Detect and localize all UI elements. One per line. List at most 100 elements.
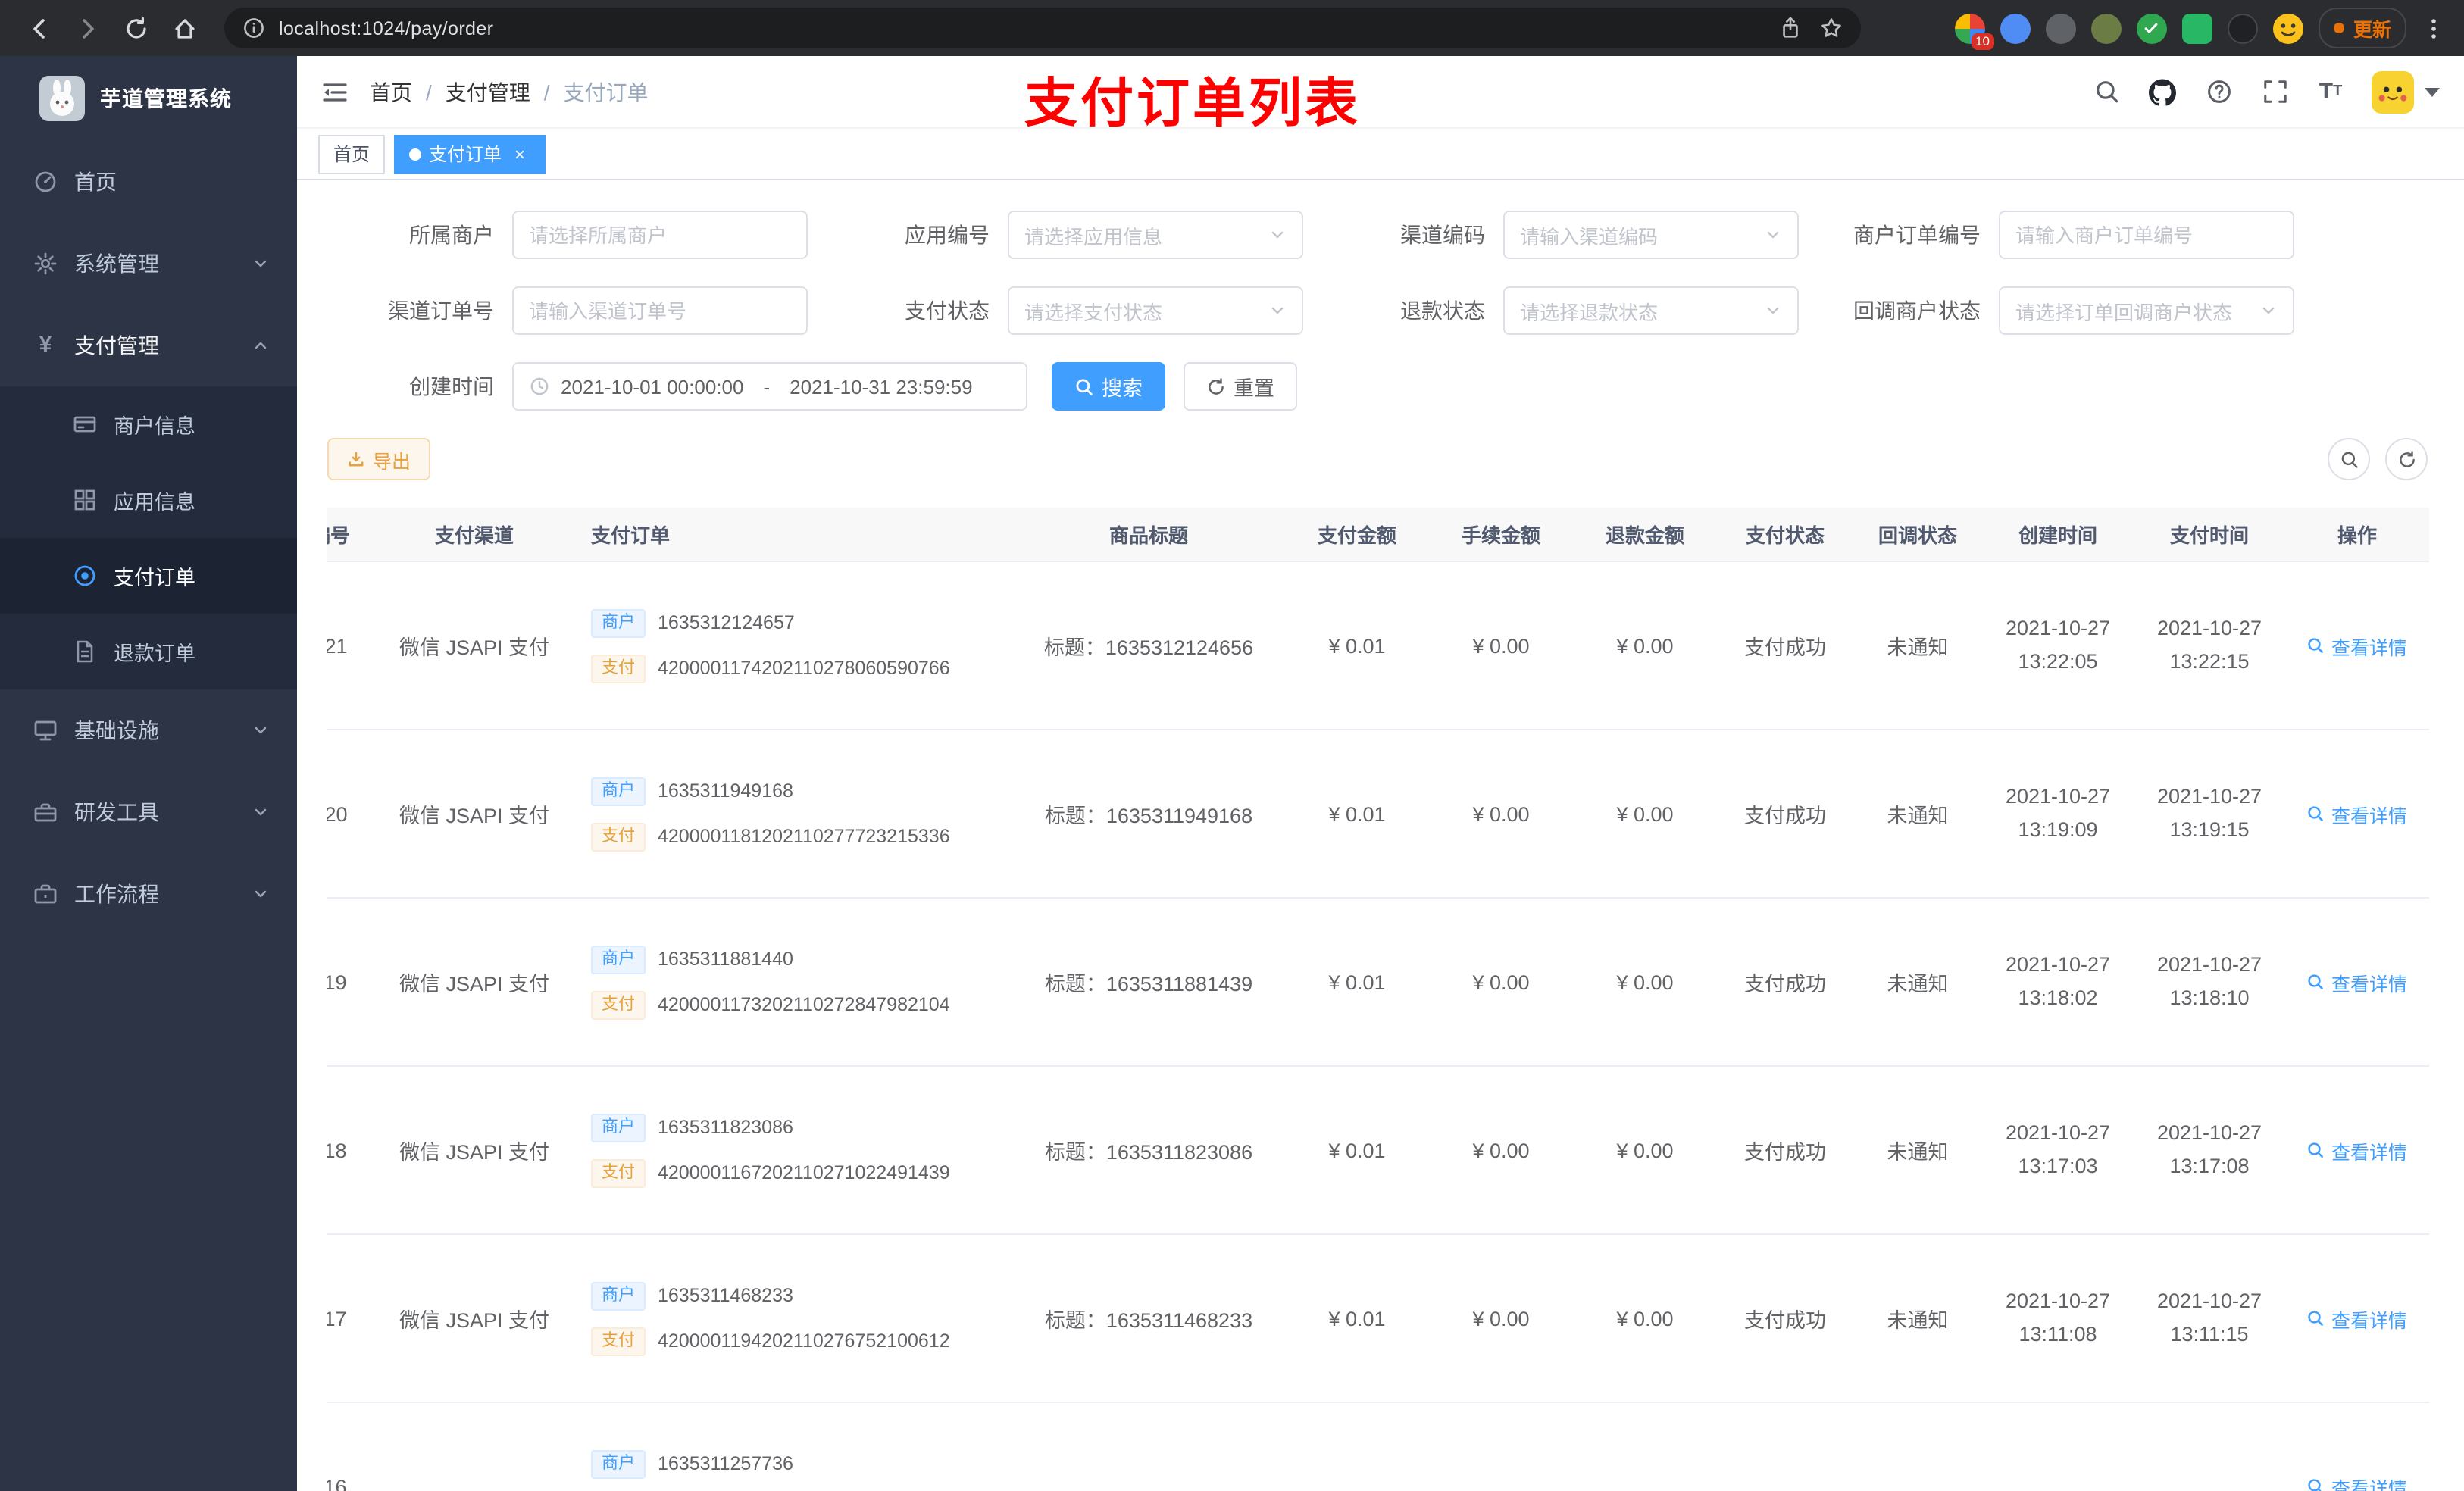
export-button[interactable]: 导出	[327, 438, 431, 480]
bookmark-star-icon[interactable]	[1820, 17, 1843, 39]
sidebar-toggle-button[interactable]	[321, 78, 349, 105]
cell-channel: 微信 JSAPI 支付	[399, 636, 549, 659]
extension-icon-7[interactable]	[2227, 13, 2258, 43]
view-detail-link[interactable]: 查看详情	[2307, 631, 2407, 660]
sidebar-item-system[interactable]: 系统管理	[0, 223, 297, 305]
col-refund-amount: 退款金额	[1605, 524, 1684, 547]
sidebar-item-merchant-info[interactable]: 商户信息	[0, 386, 297, 462]
filter-create-time: 创建时间 2021-10-01 00:00:00 - 2021-10-31 23…	[327, 362, 1027, 411]
extension-icon-2[interactable]	[2000, 13, 2031, 43]
breadcrumb-current: 支付订单	[563, 80, 649, 104]
cell-create-time: 2021-10-27 13:18:02	[2005, 953, 2111, 1009]
sidebar-item-payment[interactable]: 支付管理	[0, 305, 297, 386]
fullscreen-button[interactable]	[2259, 77, 2290, 107]
search-icon	[2309, 638, 2324, 653]
merchant-filter-input[interactable]	[512, 211, 808, 259]
search-icon	[2309, 974, 2324, 989]
filter-row-3: 创建时间 2021-10-01 00:00:00 - 2021-10-31 23…	[327, 362, 2434, 411]
update-dot-icon	[2333, 23, 2344, 33]
merchant-tag: 商户	[591, 945, 646, 974]
browser-reload-button[interactable]	[115, 7, 158, 49]
search-button[interactable]: 搜索	[1052, 362, 1165, 411]
sidebar-item-refund-order[interactable]: 退款订单	[0, 614, 297, 689]
refresh-icon	[1209, 377, 1224, 394]
browser-update-button[interactable]: 更新	[2318, 8, 2406, 48]
merchant-tag: 商户	[591, 608, 646, 637]
tab-home[interactable]: 首页	[318, 134, 386, 173]
cell-refund-amount: ¥ 0.00	[1616, 634, 1674, 657]
refresh-table-button[interactable]	[2385, 438, 2428, 480]
cell-fee-amount	[1429, 1403, 1573, 1491]
cell-title: 标题：1635311881439	[1044, 973, 1253, 996]
breadcrumb-home[interactable]: 首页	[370, 77, 412, 107]
cell-notify-status: 未通知	[1887, 1309, 1949, 1332]
extension-icon-8[interactable]	[2272, 13, 2303, 43]
extension-icon-3[interactable]	[2045, 13, 2076, 43]
sidebar-item-pay-order[interactable]: 支付订单	[0, 538, 297, 614]
sidebar-item-home[interactable]: 首页	[0, 141, 297, 223]
breadcrumb-payment[interactable]: 支付管理	[446, 77, 530, 107]
cell-pay-time: 2021-10-27 13:11:15	[2156, 1289, 2262, 1346]
extension-icon-6[interactable]	[2181, 13, 2212, 43]
sidebar-item-workflow[interactable]: 工作流程	[0, 853, 297, 935]
channel-order-no-input[interactable]	[512, 286, 808, 335]
date-range-picker[interactable]: 2021-10-01 00:00:00 - 2021-10-31 23:59:5…	[512, 362, 1027, 411]
browser-back-button[interactable]	[18, 7, 61, 49]
view-detail-link[interactable]: 查看详情	[2307, 967, 2407, 996]
search-icon	[1076, 378, 1093, 395]
tab-pay-order[interactable]: 支付订单	[394, 134, 546, 173]
dashboard-icon	[35, 171, 56, 192]
cell-action: 查看详情	[2285, 1067, 2429, 1233]
cell-status	[1717, 1403, 1853, 1491]
cell-action: 查看详情	[2285, 1235, 2429, 1402]
pay-status-select[interactable]: 请选择支付状态	[1008, 286, 1303, 335]
close-icon[interactable]	[509, 143, 530, 164]
app-logo[interactable]: 芋道管理系统	[0, 56, 297, 141]
notify-status-select[interactable]: 请选择订单回调商户状态	[1999, 286, 2294, 335]
sidebar-item-dev-tools[interactable]: 研发工具	[0, 771, 297, 853]
browser-forward-button[interactable]	[67, 7, 109, 49]
chevron-down-icon	[255, 808, 267, 816]
view-detail-link[interactable]: 查看详情	[2307, 1472, 2407, 1491]
merchant-order-no: 1635311881440	[658, 949, 793, 970]
channel-code-select[interactable]: 请输入渠道编码	[1503, 211, 1799, 259]
site-info-icon[interactable]	[242, 17, 265, 39]
clock-icon	[530, 377, 549, 395]
view-detail-link[interactable]: 查看详情	[2307, 799, 2407, 828]
user-menu[interactable]	[2372, 70, 2440, 113]
cell-pay-amount: ¥ 0.01	[1328, 802, 1386, 825]
cell-status: 支付成功	[1744, 973, 1826, 996]
help-button[interactable]	[2203, 77, 2234, 107]
topbar: 首页 / 支付管理 / 支付订单 支付订单列表	[297, 56, 2464, 133]
cell-order: 商户 1635311468233 支付 42000011942021102767…	[573, 1235, 1012, 1402]
font-size-button[interactable]	[2315, 77, 2346, 107]
extension-icon-5[interactable]	[2136, 13, 2167, 43]
cell-pay-amount: ¥ 0.01	[1328, 1139, 1386, 1161]
share-icon[interactable]	[1779, 17, 1802, 39]
search-icon	[2309, 1311, 2324, 1326]
merchant-order-no: 1635312124657	[658, 612, 795, 633]
cell-order: 商户 1635312124657 支付 42000011742021102780…	[573, 562, 1012, 729]
browser-home-button[interactable]	[164, 7, 206, 49]
browser-menu-button[interactable]	[2422, 16, 2446, 40]
col-fee-amount: 手续金额	[1461, 524, 1540, 547]
cell-pay-amount: ¥ 0.01	[1328, 971, 1386, 993]
sidebar-item-infrastructure[interactable]: 基础设施	[0, 689, 297, 771]
extension-icon-1[interactable]: 10	[1954, 13, 1994, 49]
address-bar[interactable]: localhost:1024/pay/order	[224, 8, 1861, 48]
cell-order: 商户 1635311257736 支付	[573, 1403, 1012, 1491]
app-id-select[interactable]: 请选择应用信息	[1008, 211, 1303, 259]
extension-icon-4[interactable]	[2090, 13, 2122, 43]
view-detail-link[interactable]: 查看详情	[2307, 1136, 2407, 1164]
refund-status-select[interactable]: 请选择退款状态	[1503, 286, 1799, 335]
header-search-button[interactable]	[2091, 77, 2122, 107]
channel-transaction-no: 4200001167202110271022491439	[658, 1162, 950, 1183]
reset-button[interactable]: 重置	[1184, 362, 1297, 411]
sidebar-item-app-info[interactable]: 应用信息	[0, 462, 297, 538]
cell-id: 118	[327, 1139, 347, 1161]
toggle-search-button[interactable]	[2328, 438, 2370, 480]
merchant-order-no-input[interactable]	[1999, 211, 2294, 259]
github-button[interactable]	[2147, 77, 2178, 107]
filter-channel-order-no: 渠道订单号	[327, 286, 823, 335]
view-detail-link[interactable]: 查看详情	[2307, 1304, 2407, 1333]
